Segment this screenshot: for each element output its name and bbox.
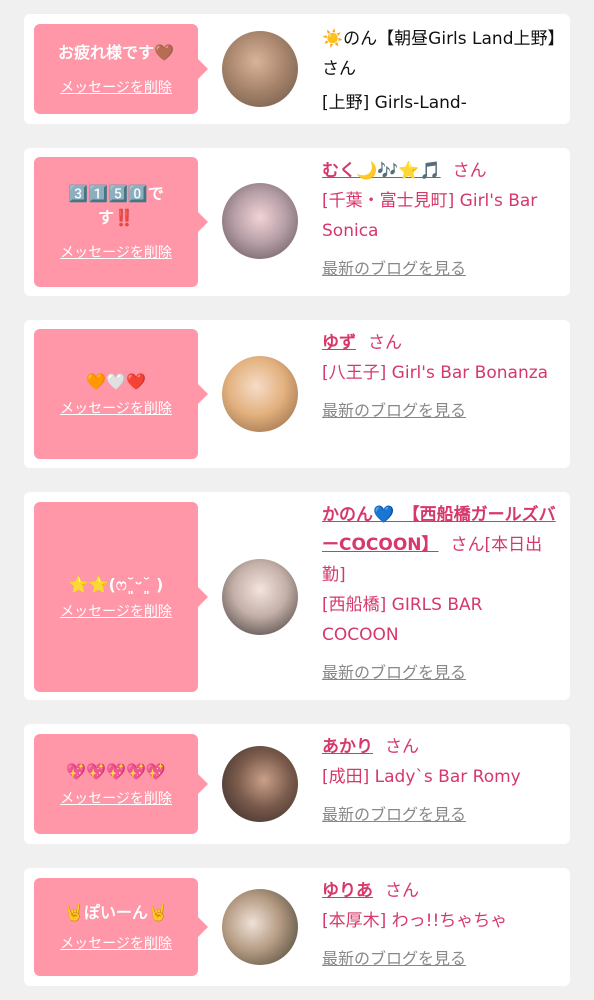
shop-name: [八王子] Girl's Bar Bonanza [322, 363, 549, 383]
profile-name[interactable]: ゆず [322, 333, 356, 353]
profile-info: ゆず さん [八王子] Girl's Bar Bonanza 最新のブログを見る [322, 328, 562, 426]
shop-name: [上野] Girls-Land- [322, 93, 467, 113]
honorific: さん [385, 881, 419, 901]
shop-name: [千葉・富士見町] Girl's Bar Sonica [322, 191, 538, 241]
avatar[interactable] [222, 183, 298, 259]
honorific: さん [322, 59, 356, 79]
profile-name[interactable]: ☀️のん【朝昼Girls Land上野】 [322, 29, 565, 49]
message-bubble: ⭐️⭐️(ෆ˘͈ᵕ˘͈ ) メッセージを削除 [34, 502, 208, 692]
honorific: さん [368, 333, 402, 353]
shop-name: [成田] Lady`s Bar Romy [322, 767, 521, 787]
message-text: ⭐️⭐️(ෆ˘͈ᵕ˘͈ ) [68, 575, 164, 594]
message-text: お疲れ様です🤎 [58, 43, 174, 62]
message-bubble: 🤘ぽいーん🤘 メッセージを削除 [34, 878, 208, 976]
latest-blog-link[interactable]: 最新のブログを見る [322, 944, 466, 974]
message-card: ⭐️⭐️(ෆ˘͈ᵕ˘͈ ) メッセージを削除 かのん💙 【西船橋ガールズバーCO… [24, 492, 570, 700]
message-card: 💖💖💖💖💖 メッセージを削除 あかり さん [成田] Lady`s Bar Rom… [24, 724, 570, 844]
avatar[interactable] [222, 889, 298, 965]
message-text: 🧡🤍❤️ [86, 372, 146, 391]
message-text: 💖💖💖💖💖 [66, 762, 166, 781]
message-card: 🧡🤍❤️ メッセージを削除 ゆず さん [八王子] Girl's Bar Bona… [24, 320, 570, 468]
latest-blog-link[interactable]: 最新のブログを見る [322, 658, 466, 688]
profile-name[interactable]: ゆりあ [322, 881, 373, 901]
profile-name[interactable]: むく🌙🎶⭐️🎵 [322, 161, 441, 181]
honorific: さん [385, 737, 419, 757]
latest-blog-link[interactable]: 最新のブログを見る [322, 800, 466, 830]
latest-blog-link[interactable]: 最新のブログを見る [322, 396, 466, 426]
delete-message-link[interactable]: メッセージを削除 [60, 242, 172, 262]
profile-info: ☀️のん【朝昼Girls Land上野】さん [上野] Girls-Land- [322, 24, 565, 118]
avatar[interactable] [222, 559, 298, 635]
profile-name[interactable]: あかり [322, 737, 373, 757]
delete-message-link[interactable]: メッセージを削除 [60, 398, 172, 418]
honorific: さん [450, 535, 485, 555]
message-bubble: お疲れ様です🤎 メッセージを削除 [34, 24, 208, 114]
message-bubble: 3️⃣1️⃣5️⃣0️⃣です‼️ メッセージを削除 [34, 157, 208, 287]
profile-info: ゆりあ さん [本厚木] わっ!!ちゃちゃ 最新のブログを見る [322, 876, 562, 974]
message-bubble: 🧡🤍❤️ メッセージを削除 [34, 329, 208, 459]
shop-name: [本厚木] わっ!!ちゃちゃ [322, 911, 508, 931]
message-bubble: 💖💖💖💖💖 メッセージを削除 [34, 734, 208, 834]
delete-message-link[interactable]: メッセージを削除 [60, 933, 172, 953]
honorific: さん [452, 161, 487, 181]
avatar[interactable] [222, 31, 298, 107]
latest-blog-link[interactable]: 最新のブログを見る [322, 254, 466, 284]
profile-info: むく🌙🎶⭐️🎵 さん [千葉・富士見町] Girl's Bar Sonica 最新… [322, 156, 562, 284]
profile-info: あかり さん [成田] Lady`s Bar Romy 最新のブログを見る [322, 732, 562, 830]
delete-message-link[interactable]: メッセージを削除 [60, 77, 172, 97]
message-card: 🤘ぽいーん🤘 メッセージを削除 ゆりあ さん [本厚木] わっ!!ちゃちゃ 最新の… [24, 868, 570, 986]
message-text: 3️⃣1️⃣5️⃣0️⃣です‼️ [68, 184, 164, 227]
avatar[interactable] [222, 746, 298, 822]
message-card: 3️⃣1️⃣5️⃣0️⃣です‼️ メッセージを削除 むく🌙🎶⭐️🎵 さん [千葉・… [24, 148, 570, 296]
message-card: お疲れ様です🤎 メッセージを削除 ☀️のん【朝昼Girls Land上野】さん … [24, 14, 570, 124]
avatar[interactable] [222, 356, 298, 432]
delete-message-link[interactable]: メッセージを削除 [60, 788, 172, 808]
delete-message-link[interactable]: メッセージを削除 [60, 601, 172, 621]
shop-name: [西船橋] GIRLS BAR COCOON [322, 595, 483, 645]
profile-info: かのん💙 【西船橋ガールズバーCOCOON】 さん[本日出勤] [西船橋] GIR… [322, 500, 562, 688]
message-text: 🤘ぽいーん🤘 [64, 903, 168, 922]
